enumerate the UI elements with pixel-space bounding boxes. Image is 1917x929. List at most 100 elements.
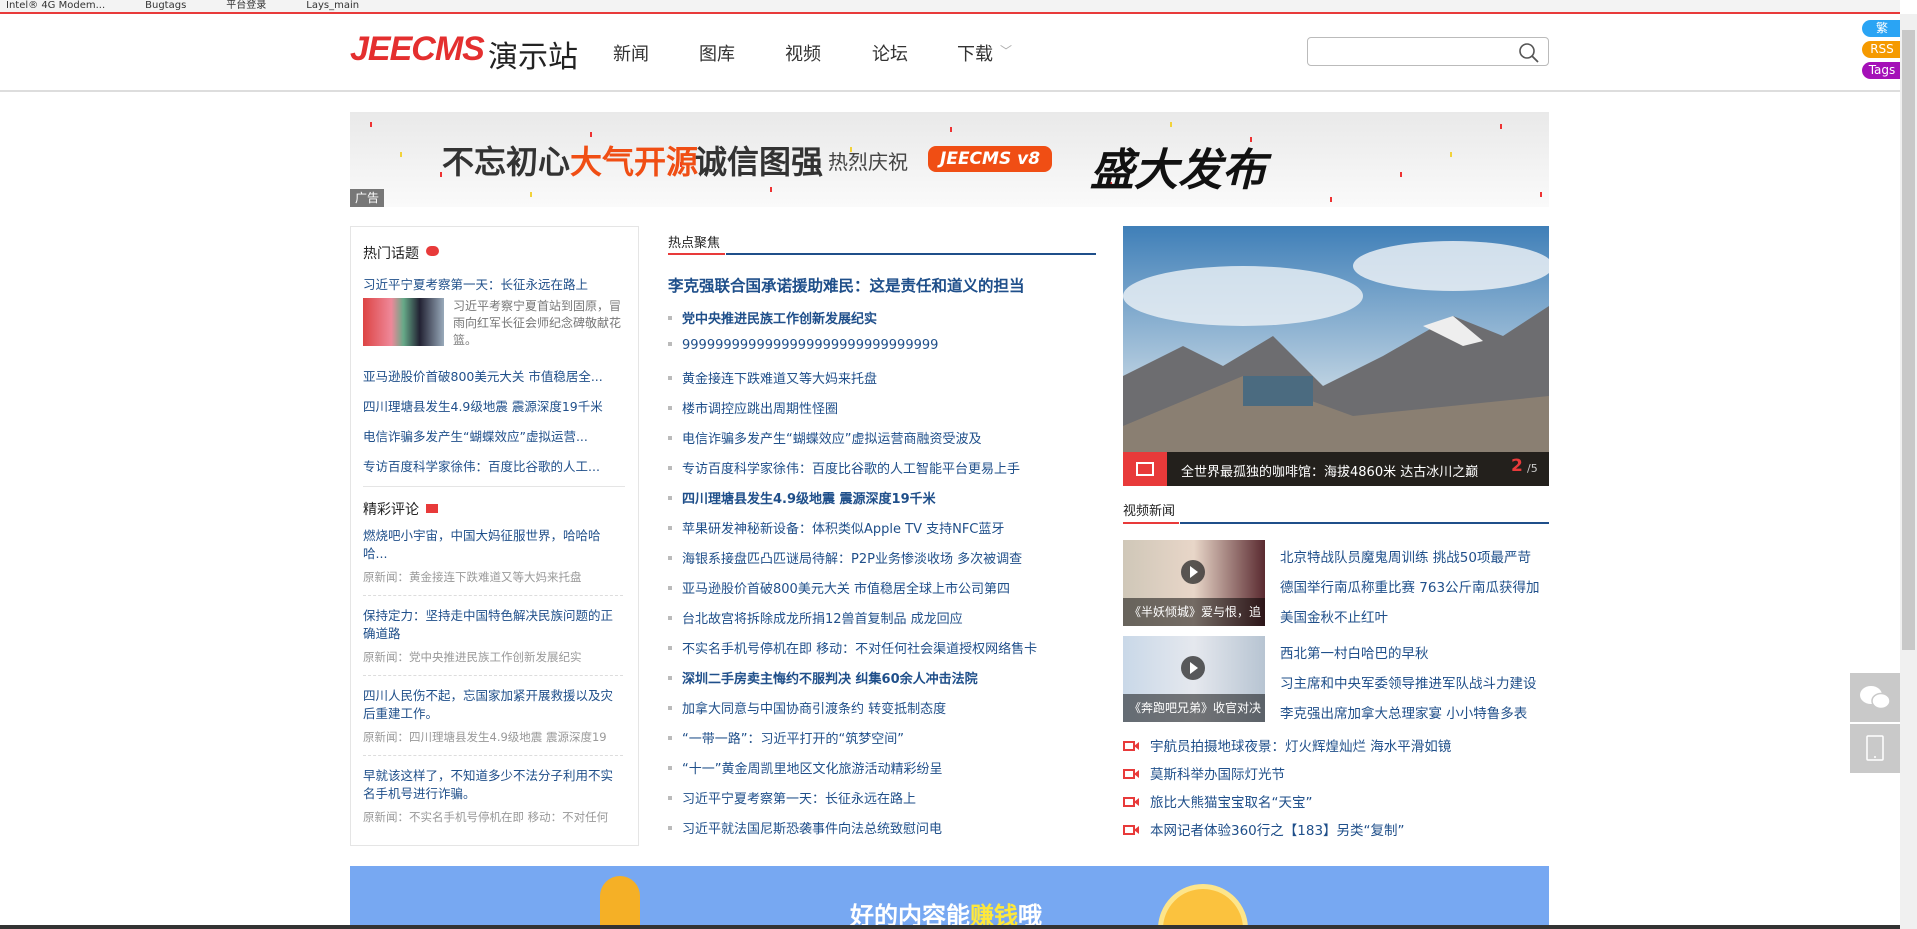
bookmark[interactable]: Bugtags: [145, 0, 186, 11]
comment-icon: [426, 504, 438, 513]
nav-gallery[interactable]: 图库: [699, 40, 735, 66]
comments-title: 精彩评论: [363, 502, 419, 518]
photo-carousel[interactable]: 全世界最孤独的咖啡馆：海拔4860米 达古冰川之巅 2 /5: [1123, 226, 1549, 486]
focus-item[interactable]: 专访百度科学家徐伟：百度比谷歌的人工智能平台更易上手: [668, 458, 1020, 477]
video-link[interactable]: 李克强出席加拿大总理家宴 小小特鲁多表: [1280, 702, 1527, 722]
hot-headline[interactable]: 习近平宁夏考察第一天：长征永远在路上: [363, 274, 588, 293]
carousel-caption[interactable]: 全世界最孤独的咖啡馆：海拔4860米 达古冰川之巅: [1181, 461, 1478, 480]
horizontal-scrollbar[interactable]: [0, 925, 1900, 929]
tags-button[interactable]: Tags: [1862, 62, 1902, 79]
hot-thumbnail[interactable]: [363, 298, 444, 346]
play-icon[interactable]: [1181, 560, 1205, 584]
banner-slogan-2: 大气开源: [570, 143, 699, 181]
video-link[interactable]: 习主席和中央军委领导推进军队战斗力建设: [1280, 672, 1537, 692]
search-icon[interactable]: [1518, 42, 1540, 64]
focus-item[interactable]: 楼市调控应跳出周期性怪圈: [668, 398, 838, 417]
video-list-item[interactable]: 旅比大熊猫宝宝取名“天宝”: [1150, 791, 1313, 811]
comment-origin[interactable]: 原新闻：不实名手机号停机在即 移动：不对任何: [363, 809, 613, 825]
video-thumb-caption: 《半妖倾城》爱与恨，追: [1123, 598, 1265, 626]
banner-calligraphy: 盛大发布: [1090, 145, 1266, 196]
video-thumbnail[interactable]: 《奔跑吧兄弟》收官对决: [1123, 636, 1265, 722]
logo-text[interactable]: 演示站: [488, 32, 578, 76]
carousel-total: /5: [1527, 462, 1538, 475]
hot-summary: 习近平考察宁夏首站到固原，冒雨向红军长征会师纪念碑敬献花篮。: [453, 299, 622, 347]
wechat-button[interactable]: [1850, 673, 1900, 722]
hot-item[interactable]: 亚马逊股价首破800美元大关 市值稳居全...: [363, 366, 625, 385]
divider: [363, 486, 625, 487]
hot-item[interactable]: 四川理塘县发生4.9级地震 震源深度19千米: [363, 396, 625, 415]
focus-item[interactable]: 习近平就法国尼斯恐袭事件向法总统致慰问电: [668, 818, 942, 837]
comment-text[interactable]: 燃烧吧小宇宙，中国大妈征服世界，哈哈哈哈...: [363, 527, 613, 563]
focus-headline[interactable]: 李克强联合国承诺援助难民：这是责任和道义的担当: [668, 274, 1025, 296]
scrollbar-thumb[interactable]: [1902, 30, 1915, 650]
focus-item[interactable]: 台北故宫将拆除成龙所捐12兽首复制品 成龙回应: [668, 608, 963, 627]
nav-forum[interactable]: 论坛: [872, 40, 908, 66]
bookmark[interactable]: Intel® 4G Modem...: [6, 0, 105, 11]
hot-icon: [426, 246, 439, 256]
focus-item[interactable]: 四川理塘县发生4.9级地震 震源深度19千米: [668, 488, 936, 507]
focus-item[interactable]: 亚马逊股价首破800美元大关 市值稳居全球上市公司第四: [668, 578, 1010, 597]
image-icon: [1123, 452, 1167, 486]
hot-item[interactable]: 专访百度科学家徐伟：百度比谷歌的人工...: [363, 456, 625, 475]
focus-item[interactable]: 不实名手机号停机在即 移动：不对任何社会渠道授权网络售卡: [668, 638, 1037, 657]
video-thumb-caption: 《奔跑吧兄弟》收官对决: [1123, 694, 1265, 722]
bookmarks-bar: Intel® 4G Modem... Bugtags 平台登录 Lays_main: [0, 0, 1900, 12]
video-link[interactable]: 德国举行南瓜称重比赛 763公斤南瓜获得加: [1280, 576, 1540, 596]
video-camera-icon: [1123, 796, 1139, 807]
nav-news[interactable]: 新闻: [613, 40, 649, 66]
focus-item[interactable]: 海银系接盘匹凸匹谜局待解：P2P业务惨淡收场 多次被调查: [668, 548, 1022, 567]
ad-label: 广告: [350, 189, 384, 207]
divider: [363, 755, 623, 756]
chevron-down-icon: ﹀: [1000, 44, 1013, 58]
video-link[interactable]: 美国金秋不止红叶: [1280, 606, 1388, 626]
hot-item[interactable]: 电信诈骗多发产生“蝴蝶效应”虚拟运营...: [363, 426, 625, 445]
focus-item[interactable]: “一带一路”：习近平打开的“筑梦空间”: [668, 728, 904, 747]
focus-item[interactable]: 深圳二手房卖主悔约不服判决 纠集60余人冲击法院: [668, 668, 978, 687]
title-accent: [668, 253, 725, 255]
focus-item[interactable]: 黄金接连下跌难道又等大妈来托盘: [668, 368, 877, 387]
focus-title: 热点聚焦: [668, 236, 721, 251]
bottom-ad-banner[interactable]: 好的内容能赚钱哦: [350, 866, 1549, 926]
video-link[interactable]: 北京特战队员魔鬼周训练 挑战50项最严苛: [1280, 546, 1531, 566]
video-list-item[interactable]: 本网记者体验360行之【183】另类“复制”: [1150, 819, 1405, 839]
bottom-banner-text: 好的内容能赚钱哦: [850, 902, 1042, 926]
video-list-item[interactable]: 宇航员拍摄地球夜景：灯火辉煌灿烂 海水平滑如镜: [1150, 735, 1451, 755]
focus-item[interactable]: 9999999999999999999999999999999: [668, 338, 938, 353]
search-input[interactable]: [1314, 39, 1514, 64]
focus-item[interactable]: 习近平宁夏考察第一天：长征永远在路上: [668, 788, 916, 807]
rss-button[interactable]: RSS: [1862, 41, 1902, 58]
traditional-chinese-button[interactable]: 繁: [1862, 20, 1902, 37]
play-icon[interactable]: [1181, 656, 1205, 680]
search-box[interactable]: [1307, 37, 1549, 66]
nav-download[interactable]: 下载: [957, 40, 993, 66]
bookmark[interactable]: 平台登录: [226, 0, 266, 11]
nav-video[interactable]: 视频: [785, 40, 821, 66]
logo[interactable]: JEECMS: [350, 30, 485, 69]
video-link[interactable]: 西北第一村白哈巴的早秋: [1280, 642, 1429, 662]
video-camera-icon: [1123, 824, 1139, 835]
carousel-current: 2: [1511, 456, 1523, 476]
bookmark[interactable]: Lays_main: [306, 0, 359, 11]
ad-banner[interactable]: 不忘初心 大气开源 诚信图强 热烈庆祝 JEECMS v8 盛大发布: [350, 112, 1549, 207]
video-thumbnail[interactable]: 《半妖倾城》爱与恨，追: [1123, 540, 1265, 626]
comment-text[interactable]: 早就该这样了，不知道多少不法分子利用不实名手机号进行诈骗。: [363, 767, 625, 803]
focus-item[interactable]: 党中央推进民族工作创新发展纪实: [668, 308, 877, 327]
coin-decoration: [1158, 884, 1248, 926]
comment-text[interactable]: 四川人民伤不起，忘国家加紧开展救援以及灾后重建工作。: [363, 687, 625, 723]
focus-item[interactable]: 苹果研发神秘新设备：体积类似Apple TV 支持NFC蓝牙: [668, 518, 1004, 537]
video-list-item[interactable]: 莫斯科举办国际灯光节: [1150, 763, 1285, 783]
title-underline: [726, 253, 1096, 255]
banner-slogan-1: 不忘初心: [442, 143, 571, 181]
comment-text[interactable]: 保持定力：坚持走中国特色解决民族问题的正确道路: [363, 607, 625, 643]
tablet-icon: [1866, 735, 1884, 761]
banner-slogan-3: 诚信图强: [695, 143, 824, 181]
comment-origin[interactable]: 原新闻：四川理塘县发生4.9级地震 震源深度19: [363, 729, 613, 745]
mascot-decoration: [600, 876, 640, 926]
comment-origin[interactable]: 原新闻：党中央推进民族工作创新发展纪实: [363, 649, 613, 665]
focus-item[interactable]: 电信诈骗多发产生“蝴蝶效应”虚拟运营商融资受波及: [668, 428, 981, 447]
comment-origin[interactable]: 原新闻：黄金接连下跌难道又等大妈来托盘: [363, 569, 613, 585]
wechat-icon: [1860, 686, 1891, 710]
focus-item[interactable]: “十一”黄金周凯里地区文化旅游活动精彩纷呈: [668, 758, 942, 777]
focus-item[interactable]: 加拿大同意与中国协商引渡条约 转变抵制态度: [668, 698, 946, 717]
mobile-button[interactable]: [1850, 724, 1900, 773]
